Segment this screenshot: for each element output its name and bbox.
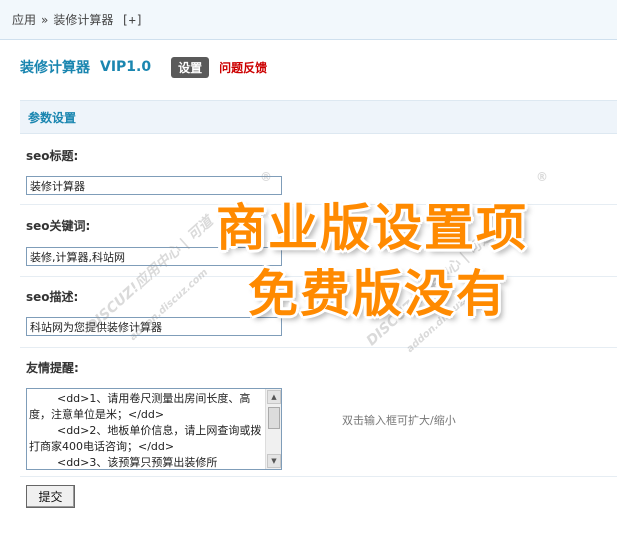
tips-label: 友情提醒: xyxy=(26,361,79,375)
tips-textarea-content: <dd>1、请用卷尺测量出房间长度、高度，注意单位是米；</dd> <dd>2、… xyxy=(29,392,262,469)
page-title: 装修计算器 xyxy=(20,60,90,76)
scroll-thumb[interactable] xyxy=(268,407,280,429)
seo-description-label: seo描述: xyxy=(26,290,79,304)
promo-line-1: 商业版设置项 xyxy=(216,199,528,257)
submit-button[interactable]: 提交 xyxy=(26,485,75,508)
divider xyxy=(20,347,617,348)
promo-line-2: 免费版没有 xyxy=(248,265,508,323)
section-title: 参数设置 xyxy=(28,110,77,125)
version-label: VIP1.0 xyxy=(100,59,152,75)
breadcrumb-root[interactable]: 应用 xyxy=(12,11,36,28)
seo-keywords-label: seo关键词: xyxy=(26,219,91,233)
breadcrumb: 应用 » 装修计算器 [+] xyxy=(0,0,617,40)
seo-title-input[interactable] xyxy=(26,176,282,195)
tab-settings[interactable]: 设置 xyxy=(171,56,210,78)
scroll-down-arrow-icon[interactable]: ▼ xyxy=(267,454,281,468)
textarea-scrollbar[interactable]: ▲ ▼ xyxy=(265,389,281,469)
tips-textarea[interactable]: <dd>1、请用卷尺测量出房间长度、高度，注意单位是米；</dd> <dd>2、… xyxy=(26,388,282,470)
tips-hint: 双击输入框可扩大/缩小 xyxy=(342,414,456,427)
divider xyxy=(20,476,617,477)
seo-title-label: seo标题: xyxy=(26,149,79,163)
breadcrumb-current: 装修计算器 xyxy=(53,13,114,27)
add-favorite-button[interactable]: [+] xyxy=(121,13,143,27)
title-row: 装修计算器 VIP1.0 设置 问题反馈 xyxy=(20,56,267,78)
scroll-up-arrow-icon[interactable]: ▲ xyxy=(267,390,281,404)
section-header: 参数设置 xyxy=(20,100,617,134)
registered-mark-icon: ® xyxy=(536,170,548,184)
breadcrumb-separator: » xyxy=(41,12,49,27)
feedback-link[interactable]: 问题反馈 xyxy=(219,59,267,76)
seo-description-input[interactable] xyxy=(26,317,282,336)
